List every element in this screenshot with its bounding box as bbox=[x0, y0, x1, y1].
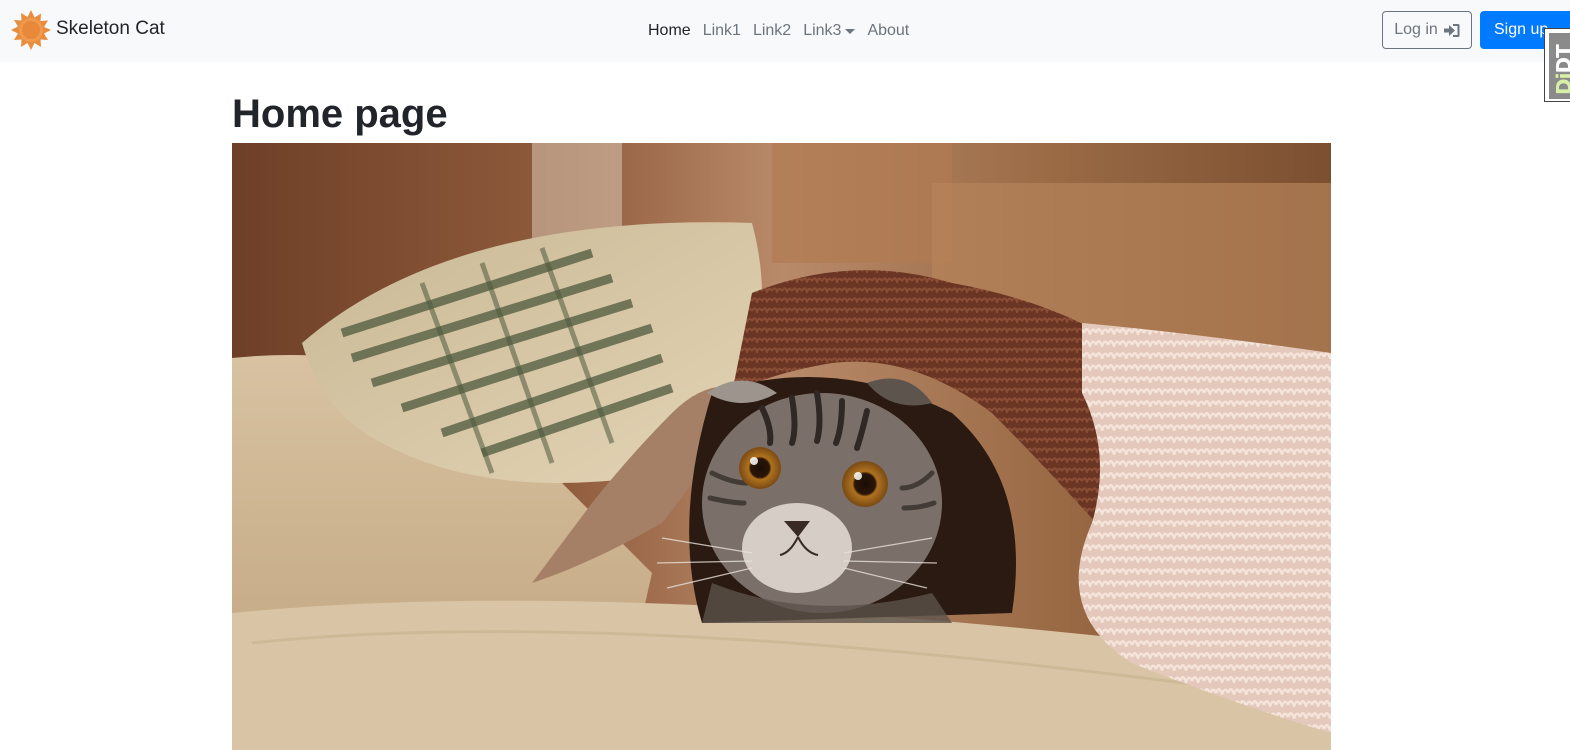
brand-name: Skeleton Cat bbox=[56, 17, 165, 39]
brand-link[interactable]: Skeleton Cat bbox=[10, 9, 165, 51]
caret-down-icon bbox=[845, 28, 856, 34]
cat-photo-illustration bbox=[232, 143, 1331, 750]
top-navbar: Skeleton Cat Home Link1 Link2 Link3 Abou… bbox=[0, 0, 1570, 62]
hero-cat-image bbox=[232, 143, 1331, 750]
nav-link3-label: Link3 bbox=[803, 22, 842, 39]
login-button[interactable]: Log in bbox=[1382, 11, 1472, 49]
signup-label: Sign up bbox=[1494, 21, 1549, 38]
page-title: Home page bbox=[232, 92, 448, 136]
debug-toolbar-label: DjDT bbox=[1552, 45, 1570, 95]
login-label: Log in bbox=[1394, 21, 1438, 38]
nav-link1[interactable]: Link1 bbox=[697, 18, 747, 44]
debug-toolbar-badge: DjDT bbox=[1549, 33, 1570, 99]
debug-toolbar-handle[interactable]: DjDT bbox=[1544, 28, 1570, 102]
nav-link2[interactable]: Link2 bbox=[747, 18, 797, 44]
nav-home[interactable]: Home bbox=[642, 18, 697, 44]
main-nav: Home Link1 Link2 Link3 About bbox=[642, 18, 915, 44]
sun-star-logo-icon bbox=[11, 10, 51, 50]
nav-link3-dropdown[interactable]: Link3 bbox=[797, 18, 861, 44]
sign-in-icon bbox=[1443, 23, 1460, 37]
nav-about[interactable]: About bbox=[861, 18, 915, 44]
